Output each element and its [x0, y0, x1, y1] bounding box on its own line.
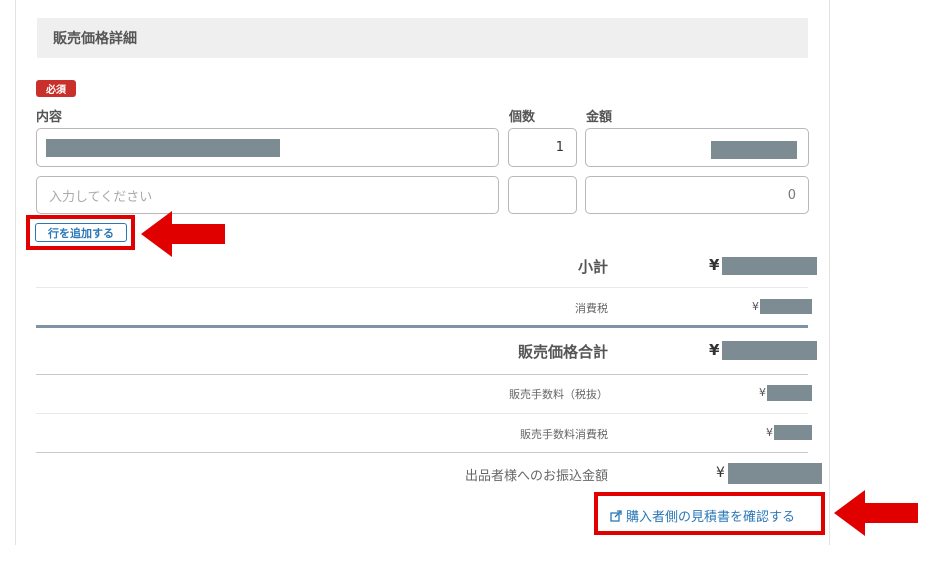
required-badge: 必須	[36, 80, 76, 97]
divider	[36, 452, 808, 453]
content-placeholder: 入力してください	[49, 189, 153, 205]
fee-label: 販売手数料（税抜）	[509, 388, 608, 401]
section-title: 販売価格詳細	[53, 31, 137, 47]
content-column-label: 内容	[36, 110, 63, 125]
quantity-input-row-1[interactable]: 1	[508, 128, 577, 167]
buyer-quote-link-label: 購入者側の見積書を確認する	[626, 510, 796, 525]
redacted-fee	[767, 385, 812, 401]
quantity-value-row-1: 1	[555, 140, 564, 155]
fee-tax-currency: ¥	[766, 426, 773, 439]
divider	[36, 413, 808, 414]
panel-right-border	[829, 0, 830, 545]
panel-left-border	[15, 0, 16, 545]
total-currency: ¥	[709, 341, 720, 359]
payout-currency: ¥	[716, 465, 725, 481]
arrow-left-icon	[834, 490, 918, 536]
payout-label: 出品者様へのお振込金額	[464, 469, 608, 484]
arrow-left-icon	[141, 211, 225, 257]
divider-thick	[36, 325, 808, 328]
subtotal-currency: ¥	[709, 256, 720, 274]
redacted-subtotal	[722, 257, 817, 275]
fee-tax-label: 販売手数料消費税	[520, 428, 608, 441]
amount-input-row-2[interactable]: 0	[585, 176, 809, 214]
redacted-tax	[760, 299, 812, 314]
total-label: 販売価格合計	[517, 343, 608, 361]
tax-currency: ¥	[752, 300, 759, 313]
buyer-quote-link[interactable]: 購入者側の見積書を確認する	[610, 506, 795, 525]
quantity-input-row-2[interactable]	[508, 176, 577, 214]
tax-label: 消費税	[575, 302, 608, 315]
section-header: 販売価格詳細	[37, 18, 808, 58]
redacted-fee-tax	[774, 425, 812, 440]
quantity-column-label: 個数	[509, 110, 536, 125]
redacted-content	[46, 139, 280, 157]
redacted-total	[722, 341, 817, 360]
content-input-row-1[interactable]	[36, 128, 499, 167]
fee-currency: ¥	[759, 386, 766, 399]
add-row-button[interactable]: 行を追加する	[35, 223, 127, 242]
redacted-payout	[728, 463, 822, 484]
divider	[36, 374, 808, 375]
external-link-icon	[610, 509, 622, 522]
divider	[36, 287, 808, 288]
amount-column-label: 金額	[586, 110, 613, 125]
subtotal-label: 小計	[577, 258, 608, 276]
amount-value-row-2: 0	[787, 187, 796, 203]
redacted-amount	[711, 141, 797, 159]
content-input-row-2[interactable]: 入力してください	[36, 176, 499, 214]
amount-input-row-1[interactable]	[585, 128, 809, 167]
